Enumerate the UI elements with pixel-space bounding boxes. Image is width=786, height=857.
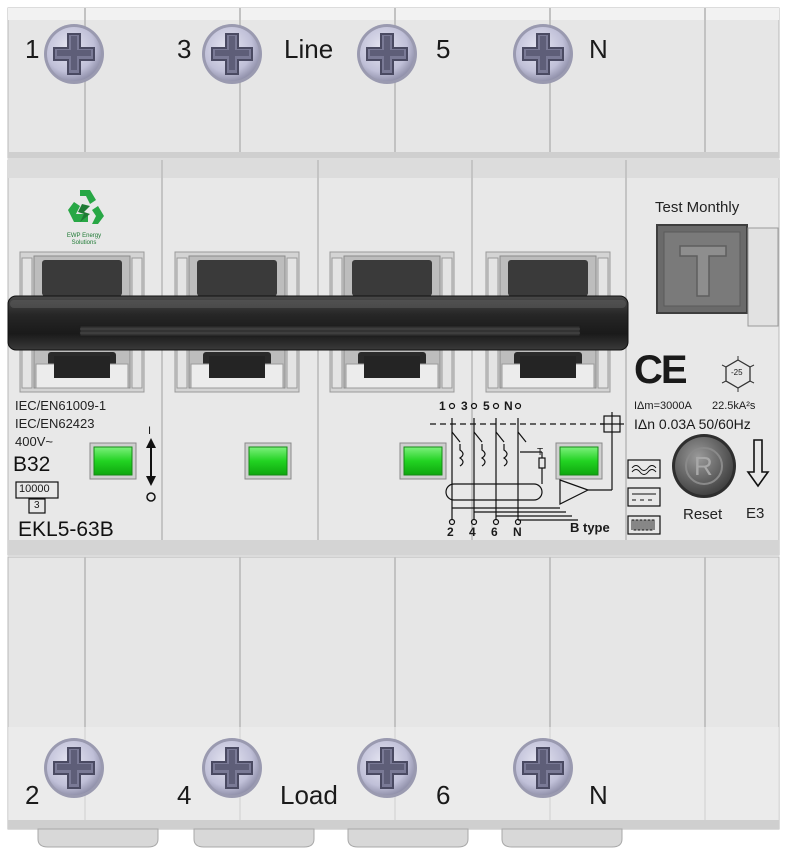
schematic-top-1: 1 — [439, 399, 446, 413]
curve-rating: B32 — [13, 453, 51, 476]
idn-rating: IΔn 0.03A 50/60Hz — [634, 416, 751, 432]
standard-1: IEC/EN61009-1 — [15, 398, 107, 413]
screw-terminal-n-top[interactable] — [512, 23, 574, 85]
load-label: Load — [280, 780, 338, 810]
breaking-capacity: 10000 — [19, 483, 50, 495]
terminal-5-label: 5 — [436, 34, 451, 64]
indicator-pole-5 — [399, 442, 447, 480]
energy-rating: 22.5kA²s — [712, 400, 756, 412]
schematic-test-mark: T — [537, 447, 544, 458]
test-button[interactable] — [656, 224, 748, 314]
side-clip — [747, 227, 779, 327]
schematic-top-3: 3 — [461, 399, 468, 413]
ce-mark: CE — [634, 348, 688, 392]
reset-letter: R — [694, 451, 713, 481]
b-type-label: B type — [570, 520, 610, 535]
schematic-bottom-6: 6 — [491, 525, 498, 539]
terminal-4-label: 4 — [177, 780, 192, 810]
schematic-top-5: 5 — [483, 399, 490, 413]
terminal-3-label: 3 — [177, 34, 192, 64]
temperature-rating-value: -25 — [731, 368, 743, 377]
energy-class-label: E3 — [746, 505, 765, 522]
reset-label: Reset — [683, 506, 723, 523]
im-rating: IΔm=3000A — [634, 400, 692, 412]
terminal-2-label: 2 — [25, 780, 40, 810]
screw-terminal-3[interactable] — [201, 23, 263, 85]
model-number: EKL5-63B — [18, 518, 114, 541]
screw-terminal-4[interactable] — [201, 737, 263, 799]
handle-tie-bar[interactable] — [7, 295, 629, 351]
standard-2: IEC/EN62423 — [15, 416, 95, 431]
switch-on-symbol: I — [148, 425, 152, 437]
screw-terminal-6[interactable] — [356, 737, 418, 799]
terminal-1-label: 1 — [25, 34, 40, 64]
indicator-pole-3 — [244, 442, 292, 480]
screw-terminal-2[interactable] — [43, 737, 105, 799]
voltage-rating: 400V~ — [15, 434, 53, 449]
schematic-bottom-2: 2 — [447, 525, 454, 539]
schematic-bottom-4: 4 — [469, 525, 476, 539]
terminal-n-bottom-label: N — [589, 780, 608, 810]
indicator-pole-n — [555, 442, 603, 480]
screw-terminal-5[interactable] — [356, 23, 418, 85]
logo-line-2: Solutions — [72, 240, 97, 246]
logo-line-1: EWP Energy — [67, 233, 101, 239]
screw-terminal-n-bottom[interactable] — [512, 737, 574, 799]
switch-off-symbol: O — [145, 504, 146, 505]
terminal-n-top-label: N — [589, 34, 608, 64]
test-monthly-caption: Test Monthly — [655, 199, 740, 216]
energy-class-value: 3 — [34, 500, 40, 511]
indicator-pole-1 — [89, 442, 137, 480]
terminal-6-label: 6 — [436, 780, 451, 810]
screw-terminal-1[interactable] — [43, 23, 105, 85]
schematic-bottom-n: N — [513, 525, 522, 539]
din-rail-clips — [37, 828, 623, 848]
schematic-top-n: N — [504, 399, 513, 413]
line-label: Line — [284, 34, 334, 64]
